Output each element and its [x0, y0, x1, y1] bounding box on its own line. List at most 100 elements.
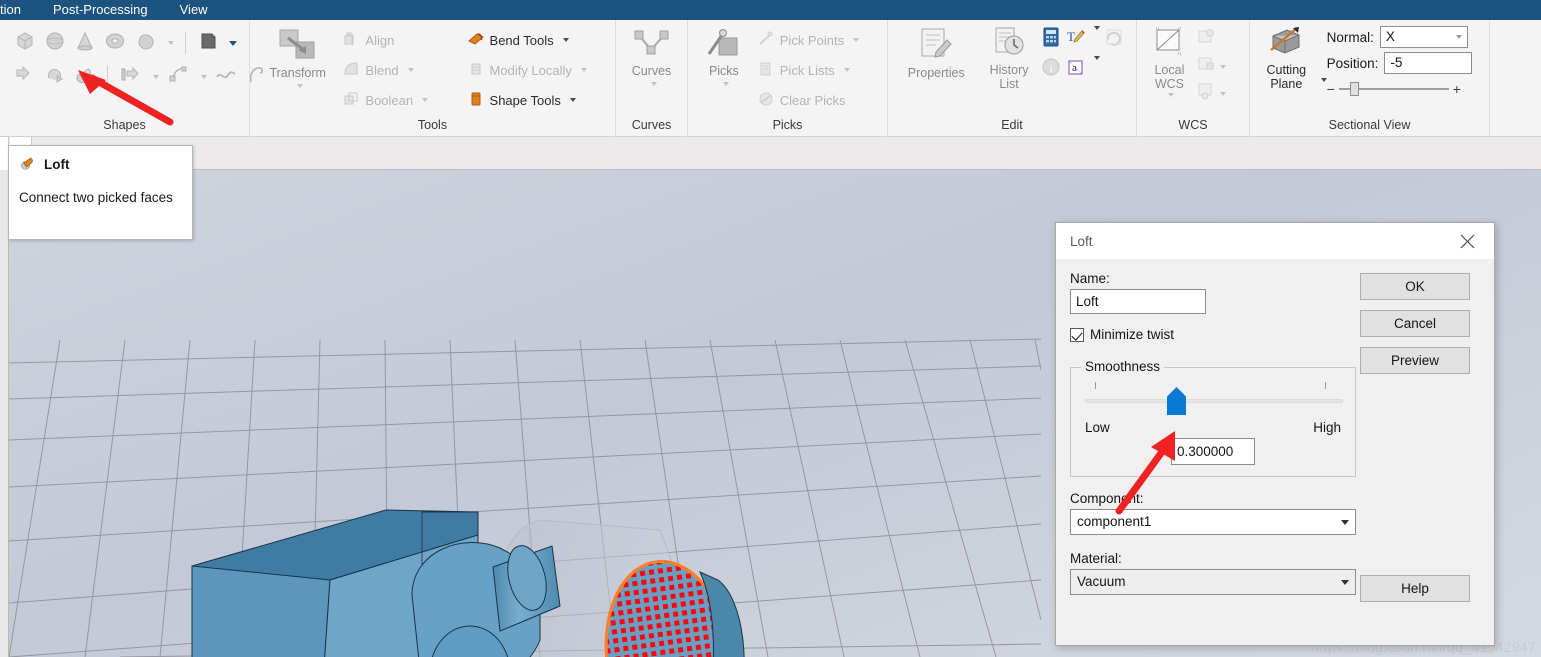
close-icon[interactable]	[1450, 226, 1484, 256]
sweep-curve-icon[interactable]	[167, 64, 189, 91]
cancel-button[interactable]: Cancel	[1360, 310, 1470, 337]
shape-tools-dropdown[interactable]	[569, 98, 576, 102]
rename-dropdown[interactable]	[1093, 56, 1100, 60]
material-select[interactable]: Vacuum	[1070, 569, 1356, 595]
parameters-icon[interactable]: T	[1065, 26, 1087, 53]
modify-locally-button[interactable]: Modify Locally	[464, 56, 609, 84]
bend-tools-dropdown[interactable]	[562, 38, 569, 42]
extrude-icon[interactable]	[14, 64, 36, 91]
preview-button[interactable]: Preview	[1360, 347, 1470, 374]
sectional-slider[interactable]	[1338, 82, 1449, 96]
bend-tools-label: Bend Tools	[489, 32, 554, 48]
sectional-slider-minus[interactable]: −	[1327, 81, 1335, 97]
minimize-twist-checkbox[interactable]	[1070, 327, 1084, 342]
rename-icon[interactable]: a	[1065, 56, 1087, 83]
position-input[interactable]: -5	[1384, 52, 1473, 74]
smoothness-slider-track[interactable]	[1085, 399, 1343, 403]
ok-button[interactable]: OK	[1360, 273, 1470, 300]
clear-picks-button[interactable]: Clear Picks	[754, 86, 881, 114]
pick-points-button[interactable]: Pick Points	[754, 26, 881, 54]
rotate-icon[interactable]	[44, 64, 66, 91]
shape-tools-button[interactable]: Shape Tools	[464, 86, 609, 114]
sweep-curve-dropdown[interactable]	[201, 75, 207, 79]
menu-simulation[interactable]: tion	[0, 0, 37, 20]
normal-select[interactable]: X	[1379, 26, 1468, 48]
shapes-more-dropdown[interactable]	[168, 41, 174, 45]
wcs-properties-button[interactable]	[1196, 82, 1243, 105]
pick-lists-button[interactable]: Pick Lists	[754, 56, 881, 84]
curves-icon	[631, 28, 673, 63]
boolean-dropdown[interactable]	[422, 98, 429, 102]
ribbon-group-title-sectional-view: Sectional View	[1328, 118, 1411, 132]
name-input[interactable]: Loft	[1070, 289, 1206, 314]
cutting-plane-button[interactable]: Cutting Plane	[1256, 20, 1317, 117]
blend-button[interactable]: Blend	[339, 56, 463, 84]
box-left-face[interactable]	[191, 565, 331, 657]
help-button[interactable]: Help	[1360, 575, 1470, 602]
boolean-button[interactable]: Boolean	[339, 86, 463, 114]
curves-dropdown[interactable]	[650, 82, 657, 86]
loft-dialog[interactable]: Loft Name: Loft Minimize twist Smoothnes…	[1055, 222, 1495, 646]
ribbon-group-picks: Picks Pick Points Pick Lists Clear Picks…	[687, 20, 887, 137]
pick-lists-icon	[757, 60, 775, 81]
transform-button[interactable]: Transform	[256, 20, 339, 117]
properties-button[interactable]: Properties	[894, 20, 979, 117]
parameters-dropdown[interactable]	[1093, 26, 1100, 30]
ribbon-group-sectional-view: Cutting Plane Normal: X Position: -5 − +…	[1249, 20, 1489, 137]
properties-label: Properties	[907, 66, 965, 80]
update-icon[interactable]	[1103, 26, 1125, 53]
bend-tools-button[interactable]: Bend Tools	[464, 26, 609, 54]
transform-icon	[278, 28, 318, 65]
curve-shapes-dropdown[interactable]	[229, 40, 237, 46]
component-select[interactable]: component1	[1070, 509, 1356, 535]
sphere-icon[interactable]	[44, 30, 66, 57]
ribbon-group-title-edit: Edit	[1001, 118, 1023, 132]
align-wcs-button[interactable]	[1196, 28, 1243, 51]
normal-chevron-icon	[1455, 35, 1462, 39]
sectional-slider-plus[interactable]: +	[1453, 81, 1461, 97]
information-icon[interactable]: i	[1040, 56, 1062, 83]
torus-icon[interactable]	[104, 30, 126, 57]
extrude-curve-dropdown[interactable]	[153, 75, 159, 79]
picks-dropdown[interactable]	[722, 82, 729, 86]
curves-button[interactable]: Curves	[622, 20, 681, 117]
ribbon-filler	[1489, 20, 1541, 136]
transform-dropdown[interactable]	[296, 84, 303, 88]
brick-icon[interactable]	[14, 30, 36, 57]
clear-picks-label: Clear Picks	[779, 92, 846, 108]
dialog-titlebar[interactable]: Loft	[1056, 223, 1494, 259]
picks-button[interactable]: Picks	[694, 20, 754, 117]
smoothness-high-label: High	[1313, 420, 1341, 435]
transform-wcs-button[interactable]	[1196, 55, 1243, 78]
minimize-twist-label: Minimize twist	[1090, 327, 1175, 342]
smoothness-value-input[interactable]: 0.300000	[1171, 438, 1255, 465]
curve-shapes-icon[interactable]	[197, 30, 219, 57]
ribbon-group-title-curves: Curves	[631, 118, 672, 132]
smoothness-slider-thumb[interactable]	[1167, 387, 1186, 415]
align-button[interactable]: Align	[339, 26, 463, 54]
local-wcs-button[interactable]: u u u Local WCS	[1143, 20, 1196, 117]
calculator-icon[interactable]	[1040, 26, 1062, 53]
modify-locally-dropdown[interactable]	[580, 68, 587, 72]
menu-post-processing[interactable]: Post-Processing	[37, 0, 164, 20]
ellipsoid-icon[interactable]	[134, 30, 156, 57]
svg-text:u: u	[1178, 51, 1181, 57]
smoothness-low-label: Low	[1085, 420, 1110, 435]
sectional-slider-thumb[interactable]	[1349, 82, 1359, 96]
transform-wcs-dropdown[interactable]	[1219, 64, 1226, 69]
history-list-button[interactable]: History List	[979, 20, 1040, 117]
cone-icon[interactable]	[74, 30, 96, 57]
svg-text:i: i	[1049, 63, 1052, 75]
pick-points-dropdown[interactable]	[853, 38, 860, 42]
pick-lists-dropdown[interactable]	[843, 68, 850, 72]
loft-icon[interactable]	[74, 64, 96, 91]
blend-dropdown[interactable]	[407, 68, 414, 72]
trace-curve-icon[interactable]	[215, 64, 237, 91]
extrude-curve-icon[interactable]	[119, 64, 141, 91]
picks-icon	[704, 28, 744, 63]
menu-view[interactable]: View	[164, 0, 224, 20]
local-wcs-dropdown[interactable]	[1168, 93, 1175, 97]
material-label: Material:	[1070, 551, 1122, 566]
wcs-properties-dropdown[interactable]	[1219, 91, 1226, 96]
loft-icon	[19, 154, 37, 175]
